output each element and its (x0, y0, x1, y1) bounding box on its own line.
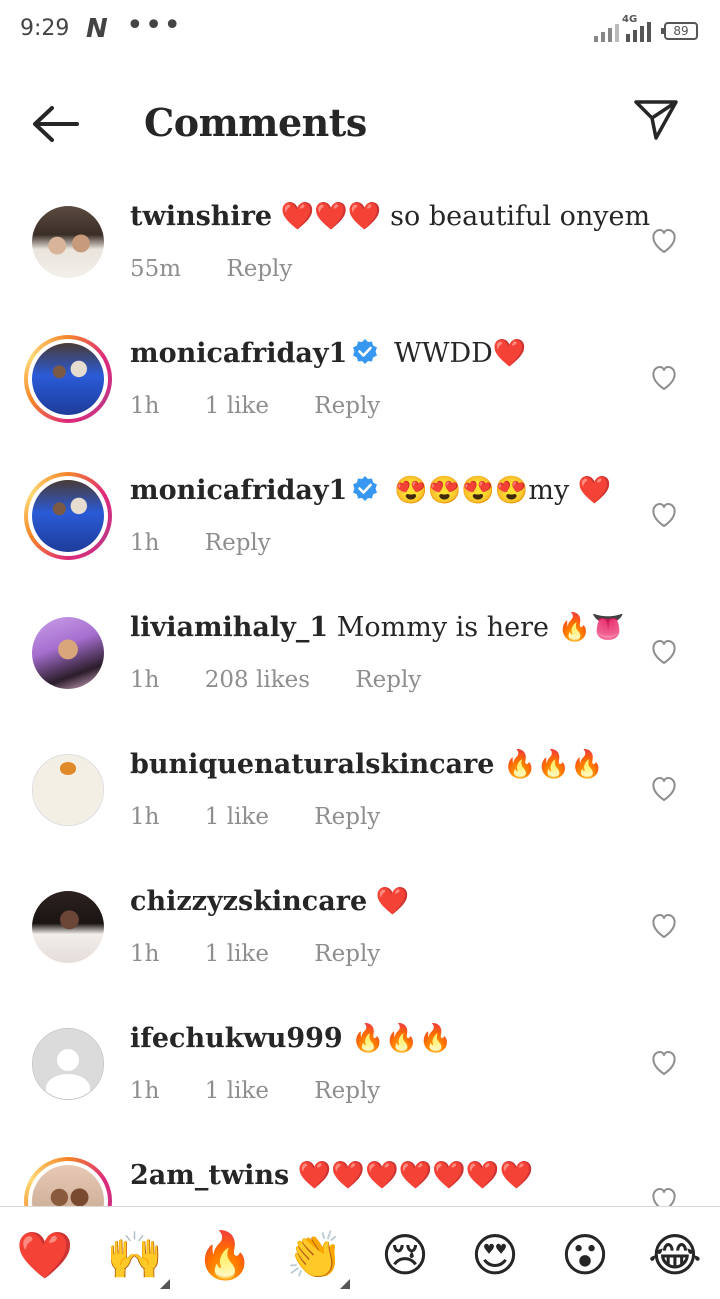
avatar-story-ring[interactable] (24, 472, 112, 560)
signal-icon-2 (624, 18, 654, 42)
comment-likes[interactable]: 1 like (205, 941, 269, 967)
comment-item: ifechukwu999 🔥🔥🔥 1h 1 like Reply (0, 1006, 720, 1143)
comment-time: 1h (130, 530, 160, 556)
avatar[interactable] (32, 891, 104, 963)
emoji-raised-hands[interactable]: 🙌 (105, 1227, 165, 1283)
reply-button[interactable]: Reply (314, 1078, 380, 1104)
heart-icon[interactable] (650, 1187, 678, 1206)
comment-meta: 55m Reply (130, 256, 330, 282)
avatar[interactable] (32, 754, 104, 826)
comment-text: WWDD❤️ (393, 338, 527, 369)
battery-icon: 89 (661, 22, 698, 40)
comment-text: ❤️❤️❤️❤️❤️❤️❤️ (297, 1160, 534, 1191)
comment-username[interactable]: liviamihaly_1 (130, 612, 328, 643)
comment-body: 2am_twins ❤️❤️❤️❤️❤️❤️❤️ (130, 1159, 630, 1191)
comment-body: buniquenaturalskincare 🔥🔥🔥 (130, 748, 630, 780)
avatar-story-ring[interactable] (24, 335, 112, 423)
skin-tone-indicator-icon (340, 1279, 350, 1289)
verified-badge-icon (353, 476, 378, 501)
status-bar: 9:29 N ••• 4G 89 (0, 0, 720, 64)
more-notifications-icon: ••• (126, 8, 183, 43)
comment-time: 1h (130, 804, 160, 830)
comment-time: 1h (130, 1078, 160, 1104)
reply-button[interactable]: Reply (355, 667, 421, 693)
comment-body: chizzyzskincare ❤️ (130, 885, 630, 917)
comment-meta: 1h 1 like Reply (130, 1078, 418, 1104)
comment-meta: 1h 1 like Reply (130, 393, 418, 419)
comment-body: ifechukwu999 🔥🔥🔥 (130, 1022, 630, 1054)
comment-body: monicafriday1 😍😍😍😍my ❤️ (130, 474, 630, 506)
comment-body: liviamihaly_1 Mommy is here 🔥👅 (130, 611, 630, 643)
comment-meta: 1h 1 like Reply (130, 941, 418, 967)
comment-likes[interactable]: 1 like (205, 804, 269, 830)
heart-icon[interactable] (650, 776, 678, 802)
comment-likes[interactable]: 1 like (205, 393, 269, 419)
reply-button[interactable]: Reply (314, 941, 380, 967)
comment-username[interactable]: chizzyzskincare (130, 886, 367, 917)
comment-likes[interactable]: 1 like (205, 1078, 269, 1104)
comment-username[interactable]: monicafriday1 (130, 338, 347, 369)
comment-time: 1h (130, 393, 160, 419)
header: Comments (0, 64, 720, 184)
carrier-icon: N (86, 14, 108, 44)
comment-likes[interactable]: 208 likes (205, 667, 310, 693)
comment-text: 😍😍😍😍my ❤️ (393, 475, 612, 506)
comment-username[interactable]: 2am_twins (130, 1160, 289, 1191)
send-icon[interactable] (632, 96, 680, 144)
comment-time: 1h (130, 667, 160, 693)
comment-meta: 1h 1 like Reply (130, 804, 418, 830)
comment-body: monicafriday1 WWDD❤️ (130, 337, 630, 369)
comment-item: monicafriday1 😍😍😍😍my ❤️ 1h Reply (0, 458, 720, 595)
heart-icon[interactable] (650, 1050, 678, 1076)
comment-time: 55m (130, 256, 182, 282)
comment-meta: 1h 208 likes Reply (130, 667, 459, 693)
emoji-clap[interactable]: 👏 (285, 1227, 345, 1283)
heart-icon[interactable] (650, 639, 678, 665)
arrow-left-icon[interactable] (30, 102, 82, 146)
avatar-default[interactable] (32, 1028, 104, 1100)
comment-text: 🔥🔥🔥 (351, 1023, 453, 1054)
comment-text: Mommy is here 🔥👅 (336, 612, 625, 643)
emoji-surprised[interactable]: 😮 (555, 1227, 615, 1283)
comment-text: ❤️❤️❤️ so beautiful onyem (280, 201, 651, 232)
heart-icon[interactable] (650, 913, 678, 939)
emoji-crying[interactable]: 😢 (375, 1227, 435, 1283)
avatar[interactable] (32, 206, 104, 278)
comment-username[interactable]: monicafriday1 (130, 475, 347, 506)
emoji-reaction-bar: ❤️ 🙌 🔥 👏 😢 😍 😮 😂 (0, 1206, 720, 1299)
comment-item: 2am_twins ❤️❤️❤️❤️❤️❤️❤️ (0, 1143, 720, 1206)
emoji-laughing[interactable]: 😂 (645, 1227, 705, 1283)
avatar[interactable] (32, 617, 104, 689)
emoji-fire[interactable]: 🔥 (195, 1227, 255, 1283)
heart-icon[interactable] (650, 365, 678, 391)
comment-item: liviamihaly_1 Mommy is here 🔥👅 1h 208 li… (0, 595, 720, 732)
signal-icon (594, 22, 620, 42)
emoji-heart-eyes[interactable]: 😍 (465, 1227, 525, 1283)
reply-button[interactable]: Reply (226, 256, 292, 282)
reply-button[interactable]: Reply (314, 804, 380, 830)
comment-username[interactable]: buniquenaturalskincare (130, 749, 494, 780)
reply-button[interactable]: Reply (314, 393, 380, 419)
comment-meta: 1h Reply (130, 530, 309, 556)
comment-username[interactable]: twinshire (130, 201, 272, 232)
skin-tone-indicator-icon (160, 1279, 170, 1289)
heart-icon[interactable] (650, 228, 678, 254)
comment-item: twinshire ❤️❤️❤️ so beautiful onyem 55m … (0, 184, 720, 321)
comments-list[interactable]: twinshire ❤️❤️❤️ so beautiful onyem 55m … (0, 184, 720, 1206)
verified-badge-icon (353, 339, 378, 364)
heart-icon[interactable] (650, 502, 678, 528)
comment-time: 1h (130, 941, 160, 967)
comment-item: buniquenaturalskincare 🔥🔥🔥 1h 1 like Rep… (0, 732, 720, 869)
page-title: Comments (144, 100, 367, 145)
reply-button[interactable]: Reply (205, 530, 271, 556)
avatar-story-ring[interactable] (24, 1157, 112, 1206)
status-time: 9:29 (20, 16, 70, 41)
comment-item: monicafriday1 WWDD❤️ 1h 1 like Reply (0, 321, 720, 458)
emoji-heart[interactable]: ❤️ (15, 1227, 75, 1283)
comment-text: ❤️ (375, 886, 410, 917)
comment-text: 🔥🔥🔥 (503, 749, 604, 780)
comment-item: chizzyzskincare ❤️ 1h 1 like Reply (0, 869, 720, 1006)
comment-username[interactable]: ifechukwu999 (130, 1023, 343, 1054)
comment-body: twinshire ❤️❤️❤️ so beautiful onyem (130, 200, 650, 232)
